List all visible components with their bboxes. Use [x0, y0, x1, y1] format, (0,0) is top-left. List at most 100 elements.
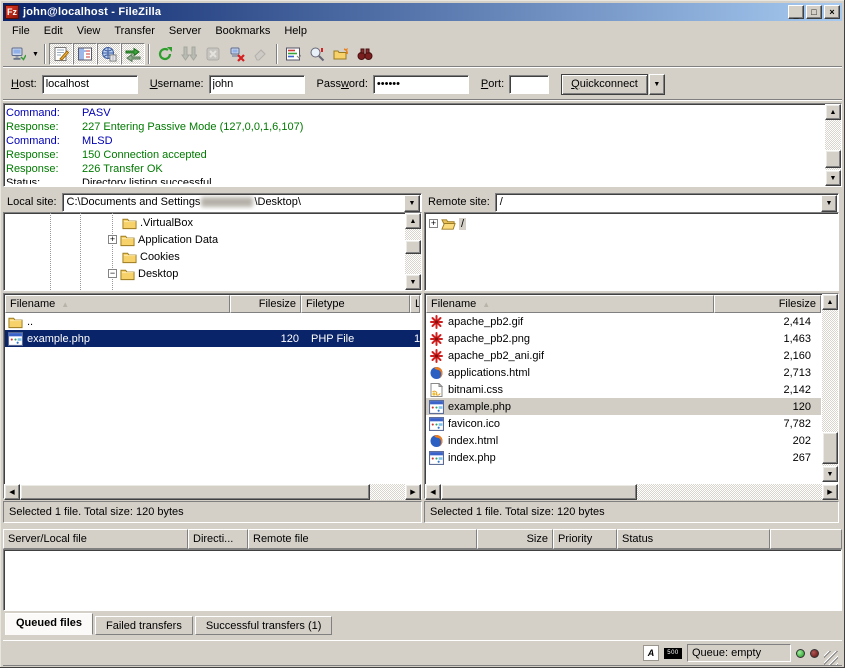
quickconnect-button[interactable]: Quickconnect [561, 74, 648, 95]
toggle-message-log-button[interactable] [49, 43, 73, 65]
expander-minus-icon[interactable]: − [108, 269, 117, 278]
tree-item-cookies[interactable]: Cookies [122, 248, 180, 265]
tab-queued-files[interactable]: Queued files [5, 613, 93, 635]
local-file-row-example-php[interactable]: example.php 120 PHP File 1 [5, 330, 420, 347]
maximize-button[interactable]: □ [806, 5, 822, 19]
find-files-button[interactable] [353, 43, 377, 65]
remote-site-dropdown[interactable]: ▼ [821, 195, 837, 212]
site-manager-dropdown[interactable]: ▼ [30, 43, 41, 65]
tree-item-virtualbox[interactable]: .VirtualBox [122, 214, 193, 231]
toggle-remote-treeview-button[interactable] [97, 43, 121, 65]
column-header-remote-file[interactable]: Remote file [248, 529, 477, 549]
menu-help[interactable]: Help [277, 23, 314, 39]
column-header-filesize[interactable]: Filesize [714, 295, 821, 313]
local-file-row-updir[interactable]: .. [5, 313, 420, 330]
menu-bar: File Edit View Transfer Server Bookmarks… [3, 21, 842, 41]
remote-file-row[interactable]: applications.html2,713 [426, 364, 821, 381]
remote-file-row[interactable]: bitnami.css2,142 [426, 381, 821, 398]
remote-vscrollbar[interactable]: ▲ ▼ [822, 294, 838, 482]
local-hscrollbar[interactable]: ◀ ▶ [4, 484, 421, 500]
quickconnect-bar: Host: Username: Password: Port: Quickcon… [3, 68, 842, 101]
menu-transfer[interactable]: Transfer [107, 23, 162, 39]
ico-file-icon [429, 417, 444, 431]
scroll-left-button[interactable]: ◀ [425, 484, 441, 500]
password-input[interactable] [373, 75, 469, 94]
menu-view[interactable]: View [70, 23, 108, 39]
process-queue-button [177, 43, 201, 65]
column-header-filename[interactable]: Filename▲ [426, 295, 714, 313]
remote-path: / [497, 195, 821, 210]
remote-file-row[interactable]: index.php267 [426, 449, 821, 466]
log-scrollbar[interactable]: ▲ ▼ [825, 104, 841, 186]
remote-file-row[interactable]: favicon.ico7,782 [426, 415, 821, 432]
minimize-button[interactable]: _ [788, 5, 804, 19]
site-manager-button[interactable] [6, 43, 30, 65]
local-site-dropdown[interactable]: ▼ [404, 195, 420, 212]
column-header-filetype[interactable]: Filetype [301, 295, 410, 313]
scroll-thumb[interactable] [825, 150, 841, 168]
remote-file-row-selected[interactable]: example.php120 [426, 398, 821, 415]
remote-site-combo[interactable]: / ▼ [495, 193, 839, 212]
remote-list-header: Filename▲ Filesize [426, 295, 821, 313]
expander-plus-icon[interactable]: + [108, 235, 117, 244]
refresh-button[interactable] [153, 43, 177, 65]
remote-file-row[interactable]: apache_pb2_ani.gif2,160 [426, 347, 821, 364]
scroll-right-button[interactable]: ▶ [822, 484, 838, 500]
toolbar-separator [276, 44, 278, 64]
scroll-thumb[interactable] [20, 484, 370, 500]
synchronized-browsing-button[interactable] [329, 43, 353, 65]
column-header-size[interactable]: Size [477, 529, 553, 549]
host-input[interactable] [42, 75, 138, 94]
tree-item-desktop[interactable]: − Desktop [108, 265, 178, 282]
column-header-direction[interactable]: Directi... [188, 529, 248, 549]
resize-grip[interactable] [824, 651, 838, 665]
expander-plus-icon[interactable]: + [429, 219, 438, 228]
receive-indicator-led [796, 649, 805, 658]
quickconnect-dropdown[interactable]: ▼ [649, 74, 665, 95]
scroll-down-button[interactable]: ▼ [822, 466, 838, 482]
column-header-filesize[interactable]: Filesize [230, 295, 301, 313]
column-header-filename[interactable]: Filename▲ [5, 295, 230, 313]
scroll-thumb[interactable] [441, 484, 637, 500]
scroll-thumb[interactable] [822, 432, 838, 464]
scroll-up-button[interactable]: ▲ [822, 294, 838, 310]
disconnect-button[interactable] [225, 43, 249, 65]
scroll-down-button[interactable]: ▼ [825, 170, 841, 186]
menu-server[interactable]: Server [162, 23, 208, 39]
tab-successful-transfers[interactable]: Successful transfers (1) [195, 616, 333, 635]
toggle-local-treeview-button[interactable] [73, 43, 97, 65]
remote-file-row[interactable]: apache_pb2.gif2,414 [426, 313, 821, 330]
username-input[interactable] [209, 75, 305, 94]
column-header-modified[interactable]: L [410, 295, 420, 313]
directory-comparison-button[interactable] [305, 43, 329, 65]
column-header-priority[interactable]: Priority [553, 529, 617, 549]
disconnect-icon [229, 46, 245, 62]
column-header-status[interactable]: Status [617, 529, 770, 549]
remote-file-row[interactable]: apache_pb2.png1,463 [426, 330, 821, 347]
local-site-combo[interactable]: C:\Documents and Settings\Desktop\ ▼ [62, 193, 422, 212]
close-button[interactable]: × [824, 5, 840, 19]
tree-item-application-data[interactable]: + Application Data [108, 231, 218, 248]
scroll-up-button[interactable]: ▲ [825, 104, 841, 120]
column-header-server-local-file[interactable]: Server/Local file [3, 529, 188, 549]
scroll-thumb[interactable] [405, 240, 421, 254]
menu-bookmarks[interactable]: Bookmarks [208, 23, 277, 39]
remote-hscrollbar[interactable]: ◀ ▶ [425, 484, 838, 500]
remote-file-row[interactable]: index.html202 [426, 432, 821, 449]
scroll-right-button[interactable]: ▶ [405, 484, 421, 500]
tab-failed-transfers[interactable]: Failed transfers [95, 616, 193, 635]
tree-item-root[interactable]: + / [429, 215, 466, 232]
log-line: Response:226 Transfer OK [6, 162, 823, 176]
tree-item-label: .VirtualBox [140, 217, 193, 229]
send-indicator-led [810, 649, 819, 658]
menu-edit[interactable]: Edit [37, 23, 70, 39]
local-tree-scrollbar[interactable]: ▲ ▼ [405, 213, 421, 290]
port-input[interactable] [509, 75, 549, 94]
directory-filter-button[interactable] [281, 43, 305, 65]
scroll-left-button[interactable]: ◀ [4, 484, 20, 500]
toggle-transfer-queue-button[interactable] [121, 43, 145, 65]
file-size: 2,160 [783, 350, 811, 362]
menu-file[interactable]: File [5, 23, 37, 39]
scroll-up-button[interactable]: ▲ [405, 213, 421, 229]
scroll-down-button[interactable]: ▼ [405, 274, 421, 290]
